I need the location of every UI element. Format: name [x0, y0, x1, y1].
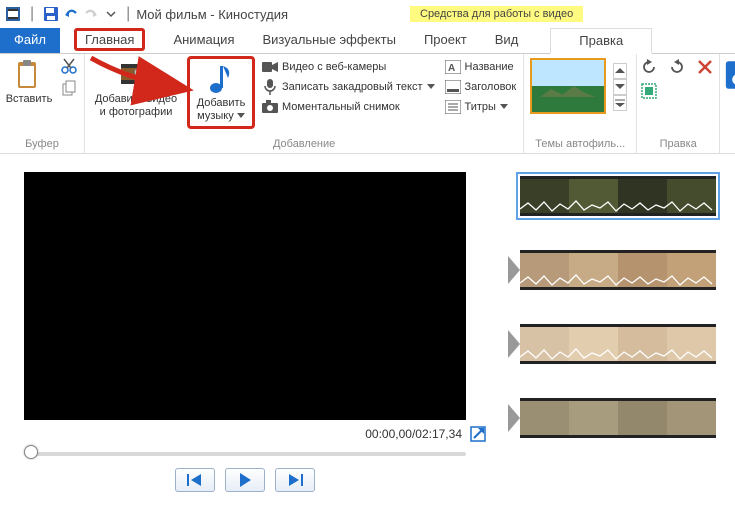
gallery-more-icon[interactable]	[613, 95, 627, 111]
delete-icon[interactable]	[697, 59, 713, 75]
time-row: 00:00,00/02:17,34	[24, 420, 486, 446]
tab-home[interactable]: Главная	[60, 28, 159, 53]
play-button[interactable]	[225, 468, 265, 492]
playhead-slider[interactable]	[24, 452, 466, 456]
clipboard-mini-col	[58, 56, 80, 96]
paste-label: Вставить	[6, 93, 53, 106]
onedrive-button[interactable]	[724, 56, 735, 94]
group-add-label: Добавление	[89, 136, 519, 153]
add-media-label: Добавить видео и фотографии	[91, 93, 181, 119]
app-icon[interactable]	[4, 5, 22, 23]
group-share: Д...	[720, 54, 735, 153]
caption-icon	[445, 79, 461, 95]
svg-text:A: A	[448, 63, 455, 74]
add-small-col1: Видео с веб-камеры Записать закадровый т…	[259, 56, 438, 116]
theme-gallery[interactable]	[528, 56, 632, 114]
tab-project[interactable]: Проект	[410, 28, 481, 53]
video-preview[interactable]	[24, 172, 466, 420]
tab-animation[interactable]: Анимация	[159, 28, 248, 53]
clip-pointer-icon	[508, 256, 520, 284]
title-icon: A	[445, 59, 461, 75]
timeline-clip-4[interactable]	[520, 398, 716, 438]
timeline-clip-2[interactable]	[520, 250, 716, 290]
tab-view[interactable]: Вид	[481, 28, 533, 53]
contextual-tab-label: Средства для работы с видео	[410, 6, 583, 22]
separator: |	[126, 5, 130, 23]
cut-icon[interactable]	[61, 58, 77, 74]
group-share-label: Д...	[724, 136, 735, 153]
mic-icon	[262, 79, 278, 95]
voiceover-label: Записать закадровый текст	[282, 81, 423, 93]
tab-effects[interactable]: Визуальные эффекты	[248, 28, 409, 53]
playhead-thumb[interactable]	[24, 445, 38, 459]
rotate-left-icon[interactable]	[641, 59, 657, 75]
credits-button[interactable]: Титры	[442, 98, 520, 116]
separator: |	[30, 5, 34, 23]
webcam-button[interactable]: Видео с веб-камеры	[259, 58, 438, 76]
time-display: 00:00,00/02:17,34	[365, 427, 462, 441]
paste-button[interactable]: Вставить	[4, 56, 54, 108]
gallery-up-icon[interactable]	[613, 63, 627, 79]
ribbon: Вставить Буфер Добавить видео и фотограф…	[0, 54, 735, 154]
clip-pointer-icon	[508, 404, 520, 432]
group-editing: Правка	[637, 54, 720, 153]
add-music-label: Добавить музыку	[193, 97, 249, 123]
group-add: Добавить видео и фотографии Добавить муз…	[85, 54, 524, 153]
qat-customise-chevron[interactable]	[102, 5, 120, 23]
caption-button[interactable]: Заголовок	[442, 78, 520, 96]
credits-icon	[445, 99, 461, 115]
tab-edit[interactable]: Правка	[550, 28, 652, 54]
snapshot-button[interactable]: Моментальный снимок	[259, 98, 438, 116]
edit-icons-grid	[641, 56, 715, 101]
camera-icon	[262, 99, 278, 115]
webcam-icon	[262, 59, 278, 75]
clipboard-icon	[12, 58, 46, 92]
title-label: Название	[465, 61, 514, 73]
group-themes: Темы автофиль...	[524, 54, 637, 153]
snapshot-label: Моментальный снимок	[282, 101, 400, 113]
titlebar: | | Мой фильм - Киностудия Средства для …	[0, 0, 735, 28]
group-themes-label: Темы автофиль...	[528, 136, 632, 153]
add-music-button[interactable]: Добавить музыку	[191, 60, 251, 125]
gallery-down-icon[interactable]	[613, 79, 627, 95]
gallery-scroll	[610, 61, 630, 111]
timeline-clip-3[interactable]	[520, 324, 716, 364]
ribbon-tabs: Файл Главная Анимация Визуальные эффекты…	[0, 28, 735, 54]
tab-file[interactable]: Файл	[0, 28, 60, 53]
webcam-label: Видео с веб-камеры	[282, 61, 386, 73]
save-icon[interactable]	[42, 5, 60, 23]
credits-label: Титры	[465, 101, 496, 113]
copy-icon[interactable]	[61, 80, 77, 96]
group-clipboard: Вставить Буфер	[0, 54, 85, 153]
fullscreen-icon[interactable]	[470, 426, 486, 442]
add-music-highlight: Добавить музыку	[187, 56, 255, 129]
voiceover-button[interactable]: Записать закадровый текст	[259, 78, 438, 96]
group-clipboard-label: Буфер	[4, 136, 80, 153]
rotate-right-icon[interactable]	[669, 59, 685, 75]
group-editing-label: Правка	[641, 136, 715, 153]
music-note-icon	[204, 62, 238, 96]
preview-pane: 00:00,00/02:17,34	[0, 154, 498, 526]
onedrive-icon	[724, 58, 735, 92]
playback-controls	[24, 468, 466, 492]
theme-thumb-1[interactable]	[530, 58, 606, 114]
window-title: Мой фильм - Киностудия	[136, 7, 288, 22]
undo-icon[interactable]	[62, 5, 80, 23]
title-button[interactable]: A Название	[442, 58, 520, 76]
quick-access-toolbar: |	[4, 5, 120, 23]
add-small-col2: A Название Заголовок Титры	[442, 56, 520, 116]
add-media-button[interactable]: Добавить видео и фотографии	[89, 56, 183, 121]
workspace: 00:00,00/02:17,34	[0, 154, 735, 526]
clip-pointer-icon	[508, 330, 520, 358]
film-photo-icon	[119, 58, 153, 92]
prev-frame-button[interactable]	[175, 468, 215, 492]
timeline-clip-1[interactable]	[520, 176, 716, 216]
next-frame-button[interactable]	[275, 468, 315, 492]
select-all-icon[interactable]	[641, 83, 657, 99]
timeline-pane[interactable]	[498, 154, 735, 526]
caption-label: Заголовок	[465, 81, 517, 93]
redo-icon[interactable]	[82, 5, 100, 23]
